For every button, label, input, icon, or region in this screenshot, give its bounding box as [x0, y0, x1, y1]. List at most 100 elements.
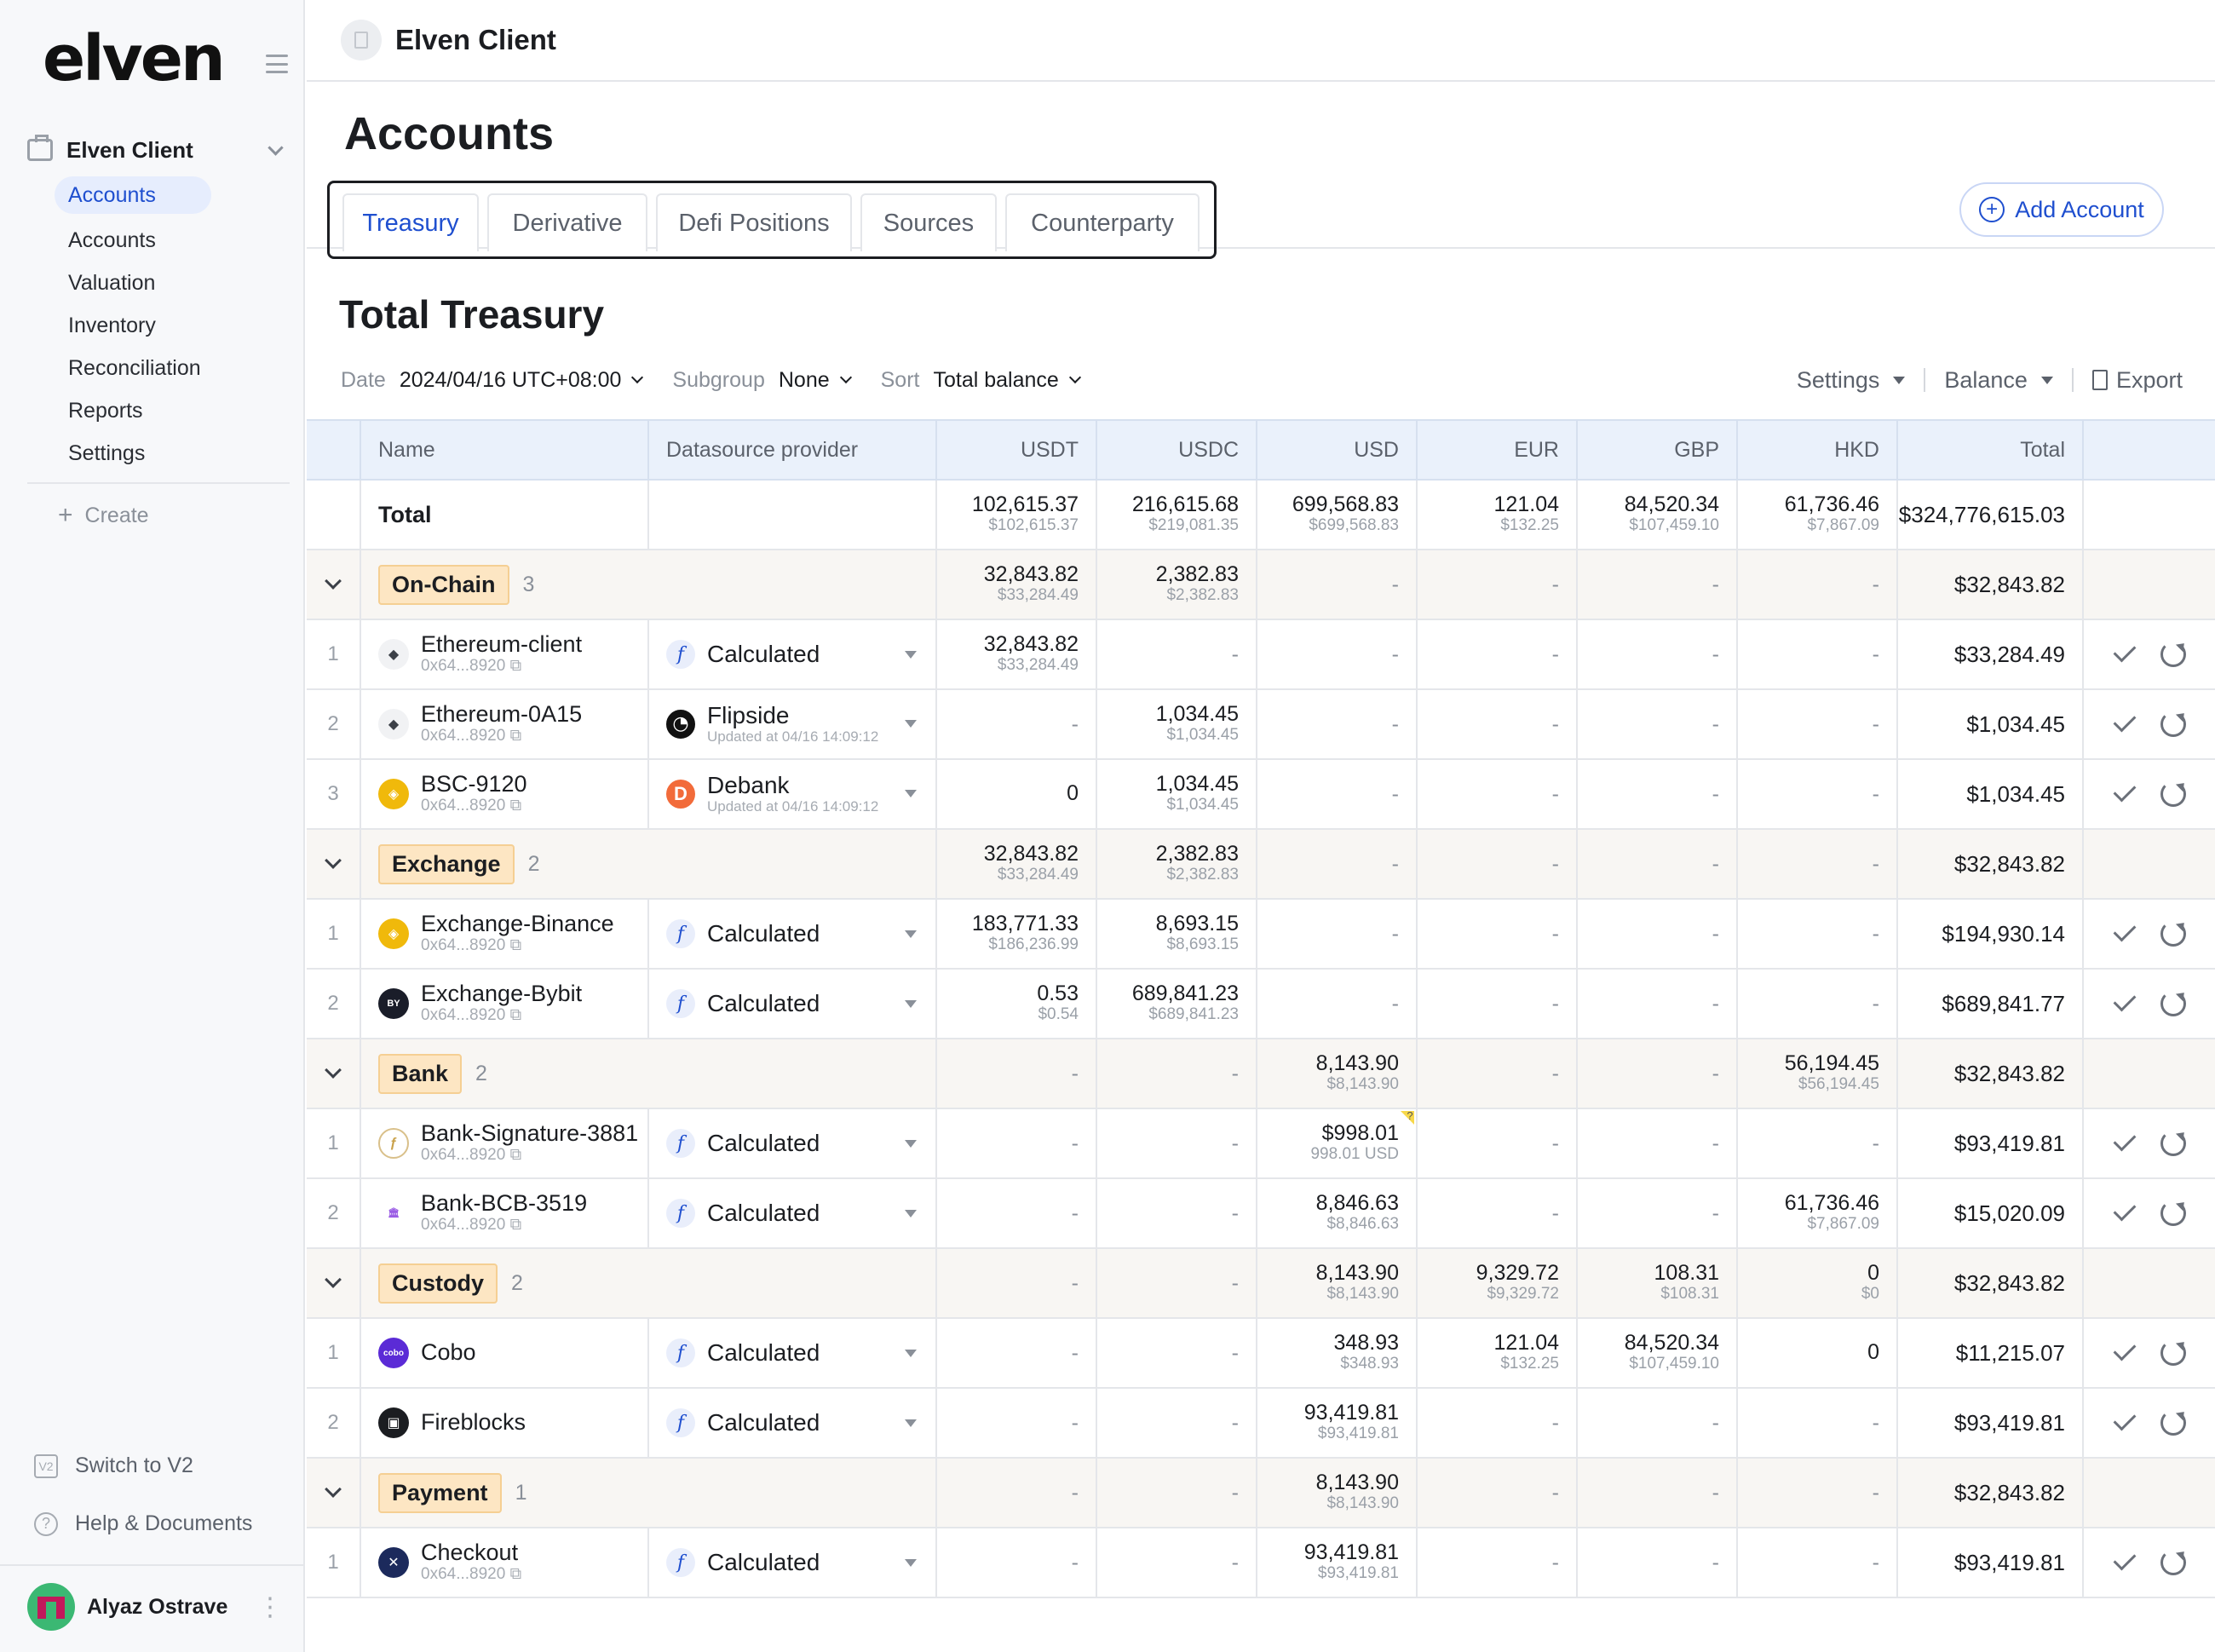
- check-icon[interactable]: [2113, 988, 2137, 1012]
- user-profile[interactable]: Alyaz Ostrave ⋮: [27, 1583, 283, 1631]
- elven-logo[interactable]: elven: [43, 22, 226, 95]
- date-select[interactable]: 2024/04/16 UTC+08:00: [400, 368, 622, 393]
- group-toggle[interactable]: [307, 830, 361, 898]
- provider-cell[interactable]: f Calculated: [649, 1389, 937, 1457]
- sidebar-item-inventory[interactable]: Inventory: [55, 304, 285, 347]
- provider-cell[interactable]: f Calculated: [649, 970, 937, 1038]
- header-usdc[interactable]: USDC: [1097, 421, 1257, 479]
- export-button[interactable]: Export: [2091, 367, 2183, 394]
- header-name[interactable]: Name: [361, 421, 649, 479]
- balance-dropdown[interactable]: Balance: [1944, 367, 2053, 394]
- refresh-icon[interactable]: [2160, 1200, 2186, 1226]
- refresh-icon[interactable]: [2160, 711, 2186, 737]
- caret-down-icon[interactable]: [905, 1139, 917, 1148]
- account-cell[interactable]: ▣ Fireblocks: [361, 1389, 649, 1457]
- caret-down-icon[interactable]: [905, 1349, 917, 1357]
- caret-down-icon[interactable]: [905, 720, 917, 728]
- sort-select[interactable]: Total balance: [933, 368, 1058, 393]
- caret-down-icon[interactable]: [905, 1209, 917, 1217]
- switch-v2-link[interactable]: V2 Switch to V2: [34, 1453, 193, 1478]
- account-cell[interactable]: ◆ Ethereum-0A15 0x64...8920 ⧉: [361, 690, 649, 758]
- sidebar-item-accounts-active[interactable]: Accounts: [55, 176, 211, 214]
- check-icon[interactable]: [2113, 779, 2137, 803]
- refresh-icon[interactable]: [2160, 921, 2186, 947]
- account-cell[interactable]: cobo Cobo: [361, 1319, 649, 1387]
- account-cell[interactable]: BY Exchange-Bybit 0x64...8920 ⧉: [361, 970, 649, 1038]
- provider-cell[interactable]: f Calculated: [649, 620, 937, 688]
- refresh-icon[interactable]: [2160, 991, 2186, 1016]
- header-provider[interactable]: Datasource provider: [649, 421, 937, 479]
- check-icon[interactable]: [2113, 918, 2137, 942]
- header-hkd[interactable]: HKD: [1738, 421, 1898, 479]
- copy-icon[interactable]: ⧉: [510, 727, 522, 745]
- account-cell[interactable]: ✕ Checkout 0x64...8920 ⧉: [361, 1528, 649, 1597]
- sidebar-item-accounts[interactable]: Accounts: [55, 219, 285, 262]
- header-total[interactable]: Total: [1898, 421, 2084, 479]
- refresh-icon[interactable]: [2160, 781, 2186, 807]
- caret-down-icon[interactable]: [905, 650, 917, 659]
- subgroup-select[interactable]: None: [779, 368, 830, 393]
- sidebar-item-settings[interactable]: Settings: [55, 432, 285, 475]
- header-gbp[interactable]: GBP: [1578, 421, 1738, 479]
- refresh-icon[interactable]: [2160, 1410, 2186, 1436]
- copy-icon[interactable]: ⧉: [510, 1216, 522, 1234]
- more-options-icon[interactable]: ⋮: [257, 1592, 283, 1622]
- provider-cell[interactable]: f Calculated: [649, 1179, 937, 1247]
- group-row[interactable]: Payment 1- -8,143.90 $8,143.90- - - $32,843.82: [307, 1459, 2215, 1528]
- caret-down-icon[interactable]: [905, 790, 917, 798]
- copy-icon[interactable]: ⧉: [510, 936, 522, 954]
- check-icon[interactable]: [2113, 1198, 2137, 1222]
- check-icon[interactable]: [2113, 639, 2137, 663]
- copy-icon[interactable]: ⧉: [510, 657, 522, 675]
- add-account-button[interactable]: + Add Account: [1959, 182, 2164, 237]
- tab-defi-positions[interactable]: Defi Positions: [656, 193, 852, 251]
- check-icon[interactable]: [2113, 1547, 2137, 1571]
- group-row[interactable]: Exchange 2 32,843.82 $33,284.49 2,382.83 $2,3…: [307, 830, 2215, 900]
- caret-down-icon[interactable]: [905, 1419, 917, 1427]
- provider-cell[interactable]: D Debank Updated at 04/16 14:09:12: [649, 760, 937, 828]
- copy-icon[interactable]: ⧉: [510, 1006, 522, 1024]
- account-cell[interactable]: 🏛 Bank-BCB-3519 0x64...8920 ⧉: [361, 1179, 649, 1247]
- check-icon[interactable]: [2113, 1338, 2137, 1361]
- tab-counterparty[interactable]: Counterparty: [1005, 193, 1200, 251]
- org-selector[interactable]: Elven Client: [27, 132, 290, 168]
- sidebar-item-reconciliation[interactable]: Reconciliation: [55, 347, 285, 389]
- menu-icon[interactable]: [266, 55, 288, 73]
- caret-down-icon[interactable]: [905, 1558, 917, 1567]
- group-toggle[interactable]: [307, 1249, 361, 1317]
- help-link[interactable]: ? Help & Documents: [34, 1511, 252, 1536]
- provider-cell[interactable]: ◔ Flipside Updated at 04/16 14:09:12: [649, 690, 937, 758]
- refresh-icon[interactable]: [2160, 642, 2186, 667]
- check-icon[interactable]: [2113, 1407, 2137, 1431]
- provider-cell[interactable]: f Calculated: [649, 1319, 937, 1387]
- refresh-icon[interactable]: [2160, 1131, 2186, 1156]
- provider-cell[interactable]: f Calculated: [649, 1109, 937, 1177]
- caret-down-icon[interactable]: [905, 930, 917, 938]
- header-eur[interactable]: EUR: [1418, 421, 1578, 479]
- copy-icon[interactable]: ⧉: [510, 1565, 522, 1583]
- provider-cell[interactable]: f Calculated: [649, 1528, 937, 1597]
- account-cell[interactable]: ◈ BSC-9120 0x64...8920 ⧉: [361, 760, 649, 828]
- check-icon[interactable]: [2113, 709, 2137, 733]
- copy-icon[interactable]: ⧉: [510, 797, 522, 814]
- header-usdt[interactable]: USDT: [937, 421, 1097, 479]
- create-button[interactable]: + Create: [58, 501, 149, 530]
- refresh-icon[interactable]: [2160, 1550, 2186, 1575]
- group-toggle[interactable]: [307, 1039, 361, 1108]
- tab-sources[interactable]: Sources: [860, 193, 997, 251]
- group-toggle[interactable]: [307, 1459, 361, 1527]
- tab-derivative[interactable]: Derivative: [487, 193, 647, 251]
- account-cell[interactable]: ƒ Bank-Signature-3881 0x64...8920 ⧉: [361, 1109, 649, 1177]
- copy-icon[interactable]: ⧉: [510, 1146, 522, 1164]
- tab-treasury[interactable]: Treasury: [342, 193, 479, 251]
- warning-flag-icon[interactable]: ?: [1401, 1111, 1414, 1125]
- sidebar-item-reports[interactable]: Reports: [55, 389, 285, 432]
- account-cell[interactable]: ◆ Ethereum-client 0x64...8920 ⧉: [361, 620, 649, 688]
- group-row[interactable]: Custody 2- -8,143.90 $8,143.90 9,329.72 $9,32…: [307, 1249, 2215, 1319]
- settings-dropdown[interactable]: Settings: [1797, 367, 1906, 394]
- refresh-icon[interactable]: [2160, 1340, 2186, 1366]
- group-row[interactable]: On-Chain 3 32,843.82 $33,284.49 2,382.83 $2,3…: [307, 550, 2215, 620]
- caret-down-icon[interactable]: [905, 999, 917, 1008]
- group-row[interactable]: Bank 2- -8,143.90 $8,143.90- -56,194.45 $56,1…: [307, 1039, 2215, 1109]
- provider-cell[interactable]: f Calculated: [649, 900, 937, 968]
